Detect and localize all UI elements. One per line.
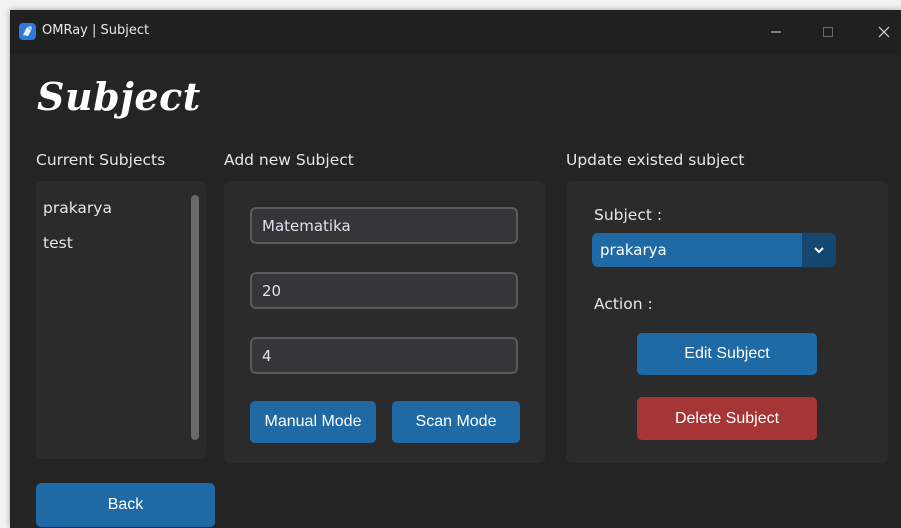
app-window: OMRay | Subject Subject Current Subjects… bbox=[10, 10, 901, 528]
list-item[interactable]: prakarya bbox=[43, 199, 112, 217]
update-subject-label: Update existed subject bbox=[566, 151, 745, 169]
app-logo-icon bbox=[19, 23, 36, 40]
list-item[interactable]: test bbox=[43, 234, 73, 252]
page-title: Subject bbox=[37, 74, 201, 119]
current-subjects-list bbox=[36, 181, 206, 459]
current-subjects-label: Current Subjects bbox=[36, 151, 166, 169]
maximize-button[interactable] bbox=[808, 18, 848, 46]
desktop-background-left bbox=[0, 10, 10, 528]
minimize-icon bbox=[771, 31, 781, 33]
list-scrollbar[interactable] bbox=[191, 195, 199, 440]
option-count-input[interactable] bbox=[250, 337, 518, 374]
close-button[interactable] bbox=[864, 18, 901, 46]
close-icon bbox=[878, 26, 890, 38]
question-count-input[interactable] bbox=[250, 272, 518, 309]
subject-select-toggle[interactable] bbox=[802, 233, 836, 267]
chevron-down-icon bbox=[814, 247, 824, 254]
subject-select[interactable]: prakarya bbox=[592, 233, 836, 267]
desktop-background bbox=[0, 0, 901, 10]
window-title: OMRay | Subject bbox=[42, 23, 150, 38]
edit-subject-button[interactable]: Edit Subject bbox=[637, 333, 817, 375]
action-label: Action : bbox=[594, 295, 653, 313]
add-subject-label: Add new Subject bbox=[224, 151, 354, 169]
delete-subject-button[interactable]: Delete Subject bbox=[637, 397, 817, 440]
scan-mode-button[interactable]: Scan Mode bbox=[392, 401, 520, 443]
title-bar[interactable]: OMRay | Subject bbox=[10, 10, 901, 54]
subject-select-label: Subject : bbox=[594, 206, 663, 224]
minimize-button[interactable] bbox=[756, 18, 796, 46]
subject-name-input[interactable] bbox=[250, 207, 518, 244]
maximize-icon bbox=[823, 27, 833, 37]
back-button[interactable]: Back bbox=[36, 483, 215, 527]
manual-mode-button[interactable]: Manual Mode bbox=[250, 401, 376, 443]
subject-select-value[interactable]: prakarya bbox=[592, 233, 802, 267]
